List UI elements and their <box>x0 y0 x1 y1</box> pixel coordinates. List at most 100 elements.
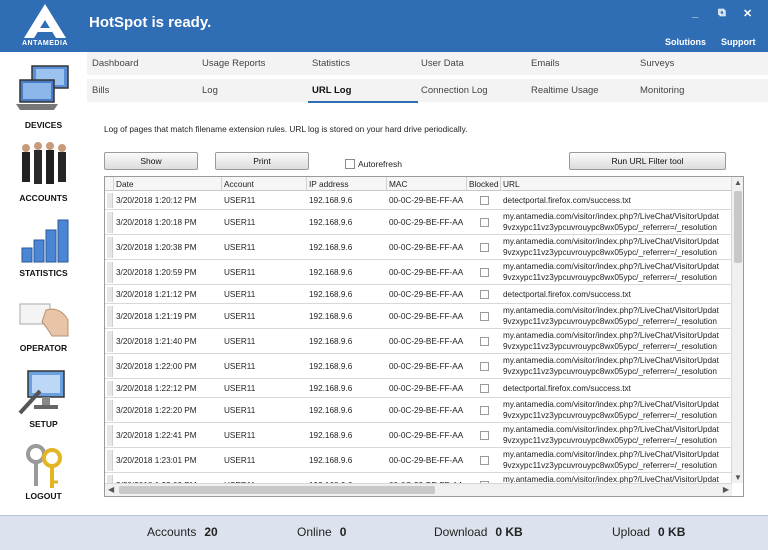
cell-url: my.antamedia.com/visitor/index.php?/Live… <box>503 331 719 340</box>
row-selector[interactable] <box>107 356 113 377</box>
blocked-checkbox[interactable] <box>480 362 489 371</box>
row-selector[interactable] <box>107 475 113 483</box>
cell-mac: 00-0C-29-BE-FF-AA <box>389 456 464 465</box>
cell-mac: 00-0C-29-BE-FF-AA <box>389 406 464 415</box>
column-header-account[interactable]: Account <box>222 177 307 191</box>
blocked-checkbox[interactable] <box>480 384 489 393</box>
row-selector[interactable] <box>107 331 113 352</box>
tab-monitoring[interactable]: Monitoring <box>640 79 684 102</box>
column-header-blocked[interactable]: Blocked <box>467 177 501 191</box>
blocked-checkbox[interactable] <box>480 312 489 321</box>
show-button[interactable]: Show <box>104 152 198 170</box>
scroll-down-icon[interactable]: ▼ <box>734 473 742 482</box>
table-row[interactable]: 3/20/2018 1:22:00 PM USER11 192.168.9.6 00-… <box>105 354 732 379</box>
logo-icon <box>24 4 66 38</box>
cell-url: 9vzxypc11vz3ypcuvrouypc8wx05ypc/_referre… <box>503 223 717 232</box>
cell-mac: 00-0C-29-BE-FF-AA <box>389 362 464 371</box>
tab-realtime-usage[interactable]: Realtime Usage <box>531 79 599 102</box>
column-header-mac[interactable]: MAC <box>387 177 467 191</box>
support-link[interactable]: Support <box>721 37 756 47</box>
cell-account: USER11 <box>224 268 256 277</box>
horizontal-scrollbar[interactable]: ◀ ▶ <box>105 483 732 496</box>
scroll-right-icon[interactable]: ▶ <box>723 485 729 494</box>
minimize-button[interactable]: _ <box>692 7 698 19</box>
restore-button[interactable]: ⧉ <box>718 7 726 20</box>
tab-emails[interactable]: Emails <box>531 52 560 75</box>
table-row[interactable]: 3/20/2018 1:21:12 PM USER11 192.168.9.6 00-… <box>105 285 732 304</box>
autorefresh-checkbox[interactable] <box>345 159 355 169</box>
solutions-link[interactable]: Solutions <box>665 37 706 47</box>
vertical-scroll-thumb[interactable] <box>734 191 742 263</box>
tab-surveys[interactable]: Surveys <box>640 52 674 75</box>
row-selector[interactable] <box>107 450 113 471</box>
sidebar-item-operator[interactable]: OPERATOR <box>0 284 87 359</box>
table-row[interactable]: 3/20/2018 1:20:38 PM USER11 192.168.9.6 00-… <box>105 235 732 260</box>
sidebar-item-statistics[interactable]: STATISTICS <box>0 208 87 283</box>
tab-user-data[interactable]: User Data <box>421 52 464 75</box>
row-selector[interactable] <box>107 381 113 396</box>
horizontal-scroll-thumb[interactable] <box>119 486 435 494</box>
title-bar: ANTAMEDIA HotSpot is ready. _ ⧉ ✕ Soluti… <box>0 0 768 52</box>
table-row[interactable]: 3/20/2018 1:21:19 PM USER11 192.168.9.6 00-… <box>105 304 732 329</box>
blocked-checkbox[interactable] <box>480 431 489 440</box>
print-button[interactable]: Print <box>215 152 309 170</box>
table-row[interactable]: 3/20/2018 1:22:41 PM USER11 192.168.9.6 00-… <box>105 423 732 448</box>
tab-usage-reports[interactable]: Usage Reports <box>202 52 265 75</box>
cell-account: USER11 <box>224 218 256 227</box>
download-stat: Download 0 KB <box>434 525 523 539</box>
tab-bills[interactable]: Bills <box>92 79 109 102</box>
blocked-checkbox[interactable] <box>480 406 489 415</box>
cell-account: USER11 <box>224 243 256 252</box>
tabs-row-2: Bills Log URL Log Connection Log Realtim… <box>87 79 768 102</box>
blocked-checkbox[interactable] <box>480 268 489 277</box>
table-row[interactable]: 3/20/2018 1:20:59 PM USER11 192.168.9.6 00-… <box>105 260 732 285</box>
sidebar-item-setup[interactable]: SETUP <box>0 359 87 434</box>
blocked-checkbox[interactable] <box>480 290 489 299</box>
vertical-scrollbar[interactable]: ▲ ▼ <box>731 177 743 483</box>
blocked-checkbox[interactable] <box>480 196 489 205</box>
table-row[interactable]: 3/20/2018 1:20:18 PM USER11 192.168.9.6 00-… <box>105 210 732 235</box>
blocked-checkbox[interactable] <box>480 218 489 227</box>
scroll-left-icon[interactable]: ◀ <box>108 485 114 494</box>
run-url-filter-button[interactable]: Run URL Filter tool <box>569 152 726 170</box>
tab-dashboard[interactable]: Dashboard <box>92 52 138 75</box>
cell-url: 9vzxypc11vz3ypcuvrouypc8wx05ypc/_referre… <box>503 317 717 326</box>
column-header-date[interactable]: Date <box>114 177 222 191</box>
sidebar-item-devices[interactable]: DEVICES <box>0 56 87 131</box>
tab-url-log[interactable]: URL Log <box>312 79 351 102</box>
tab-connection-log[interactable]: Connection Log <box>421 79 488 102</box>
sidebar-item-logout[interactable]: LOGOUT <box>0 434 87 509</box>
table-row[interactable]: 3/20/2018 1:20:12 PM USER11 192.168.9.6 00-… <box>105 191 732 210</box>
row-selector[interactable] <box>107 400 113 421</box>
table-body: 3/20/2018 1:20:12 PM USER11 192.168.9.6 00-… <box>105 191 732 483</box>
table-row[interactable]: 3/20/2018 1:21:40 PM USER11 192.168.9.6 00-… <box>105 329 732 354</box>
devices-icon <box>16 65 69 110</box>
row-selector[interactable] <box>107 237 113 258</box>
table-row[interactable]: 3/20/2018 1:23:01 PM USER11 192.168.9.6 00-… <box>105 448 732 473</box>
close-button[interactable]: ✕ <box>743 7 752 20</box>
sidebar-item-accounts[interactable]: ACCOUNTS <box>0 132 87 207</box>
blocked-checkbox[interactable] <box>480 456 489 465</box>
cell-url: my.antamedia.com/visitor/index.php?/Live… <box>503 237 719 246</box>
column-header-ip[interactable]: IP address <box>307 177 387 191</box>
row-selector[interactable] <box>107 193 113 208</box>
table-row[interactable]: 3/20/2018 1:22:12 PM USER11 192.168.9.6 00-… <box>105 379 732 398</box>
tab-log[interactable]: Log <box>202 79 218 102</box>
row-selector[interactable] <box>107 262 113 283</box>
table-row[interactable]: 3/20/2018 1:22:20 PM USER11 192.168.9.6 00-… <box>105 398 732 423</box>
cell-date: 3/20/2018 1:22:20 PM <box>116 406 197 415</box>
cell-mac: 00-0C-29-BE-FF-AA <box>389 431 464 440</box>
row-selector[interactable] <box>107 306 113 327</box>
table-row[interactable]: 3/20/2018 1:23:09 PMUSER11192.168.9.600-… <box>105 473 732 483</box>
blocked-checkbox[interactable] <box>480 243 489 252</box>
tab-statistics[interactable]: Statistics <box>312 52 350 75</box>
row-selector[interactable] <box>107 287 113 302</box>
blocked-checkbox[interactable] <box>480 337 489 346</box>
cell-ip: 192.168.9.6 <box>309 362 353 371</box>
row-selector[interactable] <box>107 212 113 233</box>
cell-account: USER11 <box>224 362 256 371</box>
row-selector[interactable] <box>107 425 113 446</box>
column-header-url[interactable]: URL <box>501 177 732 191</box>
scroll-up-icon[interactable]: ▲ <box>734 178 742 187</box>
statistics-icon <box>21 219 69 263</box>
